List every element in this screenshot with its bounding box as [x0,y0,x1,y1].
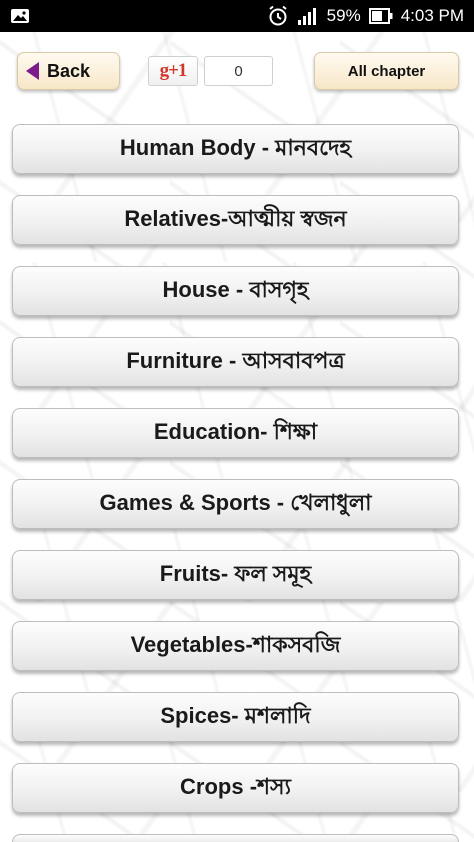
image-notification-icon [11,9,29,23]
chapter-label: Spices- মশলাদি [160,702,311,728]
clock: 4:03 PM [400,6,464,25]
battery-icon [368,8,393,24]
chapter-item-crops[interactable]: Crops -শস্য [12,763,459,813]
google-plus-icon: g+1 [159,60,188,81]
chapter-label: Crops -শস্য [180,773,291,799]
chapter-item-vegetables[interactable]: Vegetables-শাকসবজি [12,621,459,671]
chapter-item-fruits[interactable]: Fruits- ফল সমূহ [12,550,459,600]
chapter-label: Games & Sports - খেলাধুলা [99,489,372,515]
chapter-label: Relatives-আত্মীয় স্বজন [124,205,347,231]
chapter-item-next-partial[interactable] [12,834,459,842]
chapter-label: Human Body - মানবদেহ [119,134,352,160]
all-chapter-button[interactable]: All chapter [314,52,459,90]
chapter-item-relatives[interactable]: Relatives-আত্মীয় স্বজন [12,195,459,245]
chapter-label: House - বাসগৃহ [162,276,309,302]
chapter-item-education[interactable]: Education- শিক্ষা [12,408,459,458]
chapter-label: Fruits- ফল সমূহ [159,560,312,586]
back-button[interactable]: Back [17,52,120,90]
back-label: Back [47,60,91,81]
chapter-item-spices[interactable]: Spices- মশলাদি [12,692,459,742]
status-bar: 59% 4:03 PM [0,0,474,32]
chapter-label: Vegetables-শাকসবজি [130,631,341,657]
signal-icon [297,8,316,25]
battery-percent: 59% [326,6,361,25]
chapter-item-games-sports[interactable]: Games & Sports - খেলাধুলা [12,479,459,529]
status-left [10,8,267,24]
back-arrow-icon [26,62,39,80]
chapter-label: Education- শিক্ষা [153,418,318,444]
google-plus-one-button[interactable]: g+1 [148,56,198,86]
chapter-item-house[interactable]: House - বাসগৃহ [12,266,459,316]
chapter-item-furniture[interactable]: Furniture - আসবাবপত্র [12,337,459,387]
chapter-item-human-body[interactable]: Human Body - মানবদেহ [12,124,459,174]
alarm-icon [269,5,287,26]
main-content: Back g+1 0 All chapter Human Body - মানব… [0,32,474,842]
chapter-label: Furniture - আসবাবপত্র [126,347,345,373]
plus-one-count: 0 [204,56,273,86]
chapter-list: Human Body - মানবদেহ Relatives-আত্মীয় স… [12,124,459,842]
status-right: 59% 4:03 PM [267,5,464,27]
